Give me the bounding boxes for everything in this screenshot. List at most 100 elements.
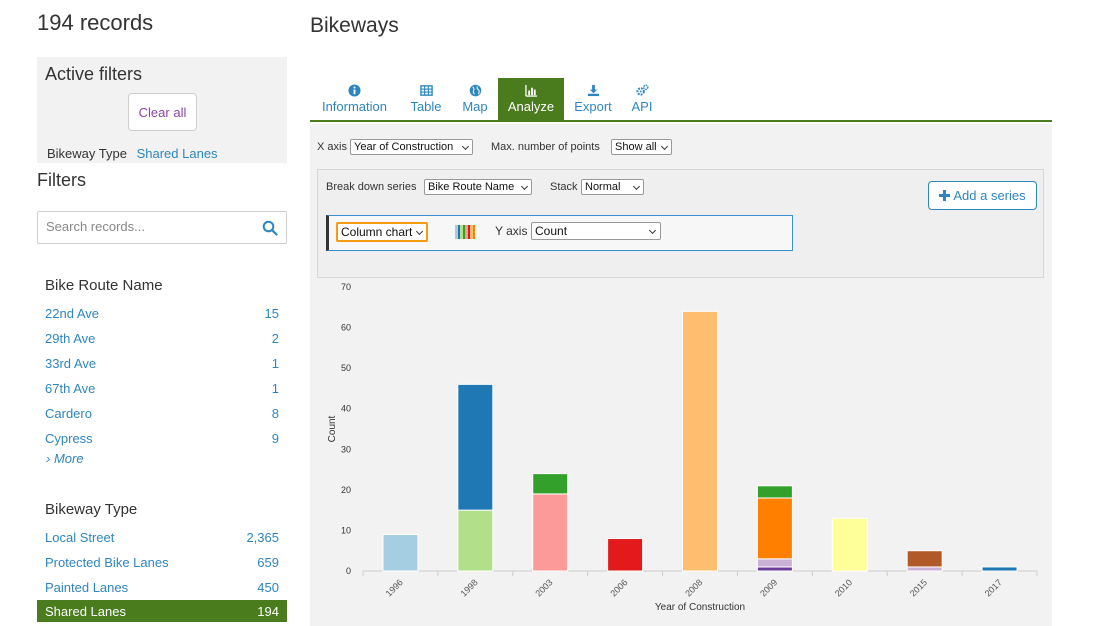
add-series-label: Add a series [953,188,1026,203]
facet-item[interactable]: 22nd Ave 15 [45,306,279,321]
tab-label: Information [321,99,388,114]
facet-item-label[interactable]: 29th Ave [45,331,95,346]
facet-item-label[interactable]: 33rd Ave [45,356,96,371]
facet-item-count: 2,365 [246,530,279,545]
table-icon [419,85,433,96]
facet-item[interactable]: Painted Lanes 450 [45,580,279,595]
bar-segment [457,509,494,572]
records-count: 194 records [37,10,154,35]
bar-segment [382,533,419,572]
facet-item[interactable]: 33rd Ave 1 [45,356,279,371]
active-filter-key: Bikeway Type [47,146,127,161]
facet-item-count: 15 [264,306,279,321]
x-tick-label: 1996 [384,577,405,598]
color-palette-icon[interactable] [455,225,475,239]
x-tick-label: 2006 [608,577,629,598]
facet-item-label[interactable]: Local Street [45,530,114,545]
facet-item-count: 9 [271,431,279,446]
facet-item[interactable]: 29th Ave 2 [45,331,279,346]
breakdown-label: Break down series [326,181,417,193]
facet-item[interactable]: Cypress 9 [45,431,279,446]
active-filters-title: Active filters [45,64,143,84]
max-points-label: Max. number of points [491,141,600,153]
x-tick-label: 1998 [459,577,480,598]
x-tick-label: 2009 [758,577,779,598]
facet-item-count: 1 [271,381,279,396]
facet-item-label[interactable]: Cypress [45,431,93,446]
series-config: Break down series Bike Route Name Stack … [317,169,1044,278]
bar-segment [756,558,793,568]
facet-item[interactable]: Protected Bike Lanes 659 [45,555,279,570]
bar-segment [457,383,494,511]
download-icon [587,84,599,97]
active-filter-row: Bikeway Type Shared Lanes [47,146,218,161]
facet-item[interactable]: Cardero 8 [45,406,279,421]
search-input[interactable] [46,219,246,234]
y-axis-title: Count [327,415,338,442]
facet-item[interactable]: Local Street 2,365 [45,530,279,545]
active-filters-panel: Active filters Clear all Bikeway Type Sh… [37,57,287,163]
facet-item[interactable]: 67th Ave 1 [45,381,279,396]
x-axis-label: X axis [317,141,347,153]
globe-icon [469,84,481,97]
facet-item-count: 450 [257,580,279,595]
max-points-select[interactable]: Show all [611,139,672,155]
bikeway-type-facet-title: Bikeway Type [45,501,138,518]
search-box [37,211,287,244]
tab-label: Analyze [507,99,555,114]
x-tick-label: 2008 [683,577,704,598]
tab-label: Export [574,99,612,114]
y-tick-label: 20 [341,485,351,495]
bike-route-facet-title: Bike Route Name [45,277,163,294]
stack-label: Stack [550,181,578,193]
tab-information[interactable]: Information [316,78,393,120]
facet-item-count: 659 [257,555,279,570]
y-tick-label: 70 [341,282,351,292]
gears-icon [635,84,649,96]
bar-segment [756,497,793,560]
tab-map[interactable]: Map [456,78,494,120]
chart-type-select[interactable]: Column chart [336,222,429,242]
bar-segment [532,493,569,572]
more-link[interactable]: › More [46,451,84,466]
page-title: Bikeways [310,14,399,37]
y-tick-label: 30 [341,444,351,454]
bar-segment [756,566,793,572]
x-tick-label: 2017 [983,577,1004,598]
filters-title: Filters [37,170,86,190]
stacked-column-chart: 0 10 20 30 40 50 60 70 1996 1998 2003 2006 2008 2009 2… [327,282,1038,613]
y-axis-select[interactable]: Count [531,222,661,240]
facet-item-label[interactable]: Shared Lanes [45,604,126,619]
tab-analyze[interactable]: Analyze [498,78,564,120]
breakdown-select[interactable]: Bike Route Name [424,179,532,195]
facet-item-selected[interactable]: Shared Lanes 194 [37,600,287,622]
facet-item-label[interactable]: Cardero [45,406,92,421]
facet-item-count: 2 [271,331,279,346]
bar-segment [607,538,644,572]
info-icon [348,84,361,97]
facet-item-label[interactable]: Painted Lanes [45,580,128,595]
bar-chart-icon [524,84,537,97]
x-axis-title: Year of Construction [655,602,745,613]
tab-bar: Information Table Map Analyze Export API [310,78,1052,122]
search-icon[interactable] [262,220,278,236]
active-filter-value[interactable]: Shared Lanes [137,146,218,161]
stack-select[interactable]: Normal [581,179,644,195]
facet-item-label[interactable]: 67th Ave [45,381,95,396]
x-axis-select[interactable]: Year of Construction [350,139,473,155]
facet-item-label[interactable]: 22nd Ave [45,306,99,321]
y-tick-label: 40 [341,404,351,414]
y-tick-label: 10 [341,525,351,535]
series-row: Column chart Y axis Count [326,215,793,251]
tab-export[interactable]: Export [569,78,617,120]
facet-item-label[interactable]: Protected Bike Lanes [45,555,169,570]
clear-all-button[interactable]: Clear all [128,93,197,131]
tab-api[interactable]: API [628,78,656,120]
tab-label: Map [462,99,488,114]
tab-table[interactable]: Table [404,78,448,120]
x-tick-label: 2003 [533,577,554,598]
bar-segment [682,310,718,572]
tab-label: API [631,99,653,114]
bar-segment [906,566,943,572]
add-series-button[interactable]: Add a series [928,181,1037,210]
